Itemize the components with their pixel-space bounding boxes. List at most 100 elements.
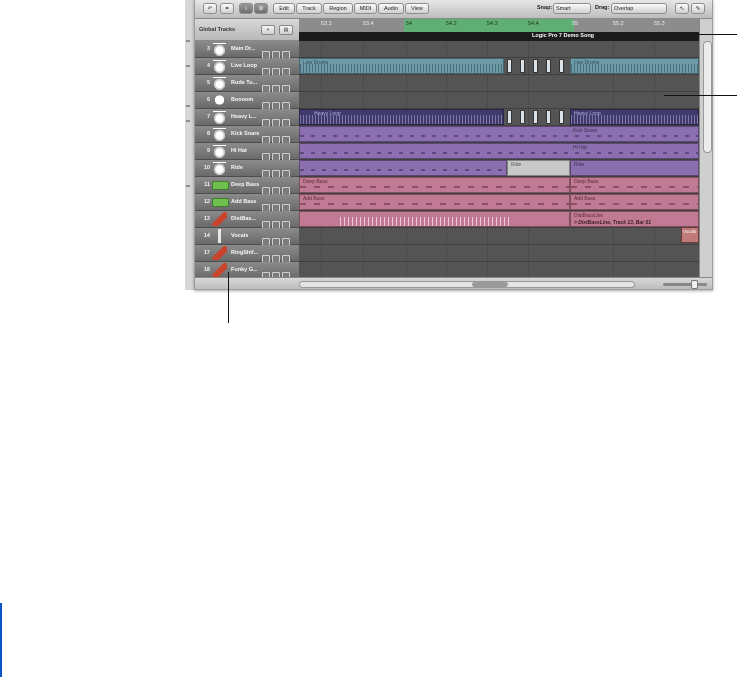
ruler-tick: 54: [406, 21, 413, 27]
track-header[interactable]: 7 Heavy L...: [195, 109, 299, 127]
track-header[interactable]: 11 Deep Bass: [195, 177, 299, 195]
region-name: Heavy Loop: [574, 111, 601, 117]
region-name: Ride: [574, 162, 585, 168]
track-name: Live Loop: [231, 63, 257, 69]
zoom-slider[interactable]: [663, 280, 707, 289]
menu-audio[interactable]: Audio: [378, 3, 404, 14]
bottom-bar: [195, 277, 712, 289]
track-number: 13: [203, 216, 210, 222]
link-button[interactable]: ⚭: [220, 3, 234, 14]
region-slice[interactable]: [533, 110, 538, 124]
bass-synth-icon: [212, 181, 229, 190]
marker-track[interactable]: Logic Pro 7 Demo Song: [299, 32, 699, 41]
region-help-tag: > DistBassLine, Track 13, Bar 51: [574, 220, 652, 226]
ruler-tick: 53.3: [321, 21, 332, 27]
vertical-scroll-thumb[interactable]: [703, 41, 712, 153]
track-lane[interactable]: [299, 228, 699, 245]
zoom-slider-knob[interactable]: [691, 280, 698, 289]
midi-region[interactable]: [299, 160, 507, 176]
track-name: Funky G...: [231, 267, 258, 273]
audio-region-slice[interactable]: [520, 59, 525, 73]
midi-region[interactable]: Deep Bass: [299, 177, 570, 193]
bar-ruler[interactable]: 53.3 53.4 54 54.2 54.3 54.4 55 55.2 55.3: [299, 19, 699, 33]
folder-icon[interactable]: ▤: [279, 25, 293, 35]
midi-notes: [300, 169, 506, 171]
info-button[interactable]: i: [239, 3, 253, 14]
midi-region[interactable]: Heavy Loop: [299, 109, 504, 125]
track-lane[interactable]: [299, 92, 699, 109]
track-header[interactable]: 12 Add Bass: [195, 194, 299, 212]
track-header[interactable]: 10 Ride: [195, 160, 299, 178]
track-header[interactable]: 13 DistBas...: [195, 211, 299, 229]
region-name: Ride: [511, 162, 522, 168]
drag-select[interactable]: Overlap: [611, 3, 667, 14]
track-number: 7: [206, 114, 210, 120]
settings-gear-button[interactable]: ⚙: [254, 3, 268, 14]
track-header[interactable]: 14 Vocals: [195, 228, 299, 246]
menu-region[interactable]: Region: [323, 3, 353, 14]
track-header[interactable]: 4 Live Loop: [195, 58, 299, 76]
global-tracks-row[interactable]: Global Tracks + ▤: [195, 19, 299, 41]
track-lane[interactable]: [299, 75, 699, 92]
midi-region[interactable]: Deep Bass: [570, 177, 699, 193]
track-header[interactable]: 9 Hi Hat: [195, 143, 299, 161]
arrange-toolbar: ↶ ⚭ i ⚙ Edit Track Region MIDI Audio Vie…: [195, 0, 712, 19]
track-buttons: [262, 131, 296, 144]
track-number: 9: [206, 148, 210, 154]
track-header[interactable]: 6 Boooom: [195, 92, 299, 110]
region-slice[interactable]: [546, 110, 551, 124]
midi-region[interactable]: DistBassLine > DistBassLine, Track 13, B…: [570, 211, 699, 227]
midi-region[interactable]: Ride: [570, 160, 699, 176]
region-slice[interactable]: [520, 110, 525, 124]
track-header[interactable]: 8 Kick Snare: [195, 126, 299, 144]
region-name: Live Drums: [574, 60, 600, 66]
region-name: Kick Snare: [573, 128, 598, 134]
vocals-region[interactable]: Vocals: [681, 227, 699, 243]
horizontal-scroll-thumb[interactable]: [472, 282, 508, 287]
audio-region-slice[interactable]: [546, 59, 551, 73]
pointer-tool-icon[interactable]: ↖: [675, 3, 689, 14]
ruler-tick: 54.4: [528, 21, 539, 27]
drum-kit-icon: [212, 161, 227, 175]
track-name: Rude Tu...: [231, 80, 258, 86]
midi-region[interactable]: [299, 211, 570, 227]
audio-region[interactable]: Live Drums: [570, 58, 699, 74]
snap-select[interactable]: Smart: [553, 3, 591, 14]
midi-region[interactable]: Heavy Loop: [570, 109, 699, 125]
track-header[interactable]: 3 Main Dr...: [195, 41, 299, 59]
menu-edit[interactable]: Edit: [273, 3, 295, 14]
edge-mark: [186, 105, 190, 107]
menu-midi[interactable]: MIDI: [354, 3, 377, 14]
undo-button[interactable]: ↶: [203, 3, 217, 14]
track-lane[interactable]: [299, 245, 699, 262]
region-slice[interactable]: [507, 110, 512, 124]
midi-region[interactable]: Kick Snare: [299, 126, 699, 142]
audio-region[interactable]: Live Drums: [299, 58, 504, 74]
track-number: 11: [204, 182, 210, 188]
midi-region-selected[interactable]: Ride: [507, 160, 570, 176]
track-header[interactable]: 17 RingShif...: [195, 245, 299, 263]
track-header[interactable]: 5 Rude Tu...: [195, 75, 299, 93]
menu-view[interactable]: View: [405, 3, 429, 14]
midi-region[interactable]: Add Bass: [299, 194, 570, 210]
track-lane[interactable]: [299, 262, 699, 277]
vertical-scrollbar[interactable]: [699, 19, 712, 277]
pencil-tool-icon[interactable]: ✎: [691, 3, 705, 14]
midi-region[interactable]: Add Bass: [570, 194, 699, 210]
audio-region-slice[interactable]: [507, 59, 512, 73]
arrange-area[interactable]: Live Drums Live Drums Heavy Loop Heavy L…: [299, 41, 699, 277]
track-name: Deep Bass: [231, 182, 260, 188]
menu-track[interactable]: Track: [296, 3, 322, 14]
bass-drum-icon: [212, 93, 227, 107]
track-lane[interactable]: [299, 41, 699, 58]
audio-region-slice[interactable]: [559, 59, 564, 73]
horizontal-scrollbar[interactable]: [299, 281, 635, 288]
add-track-icon[interactable]: +: [261, 25, 275, 35]
track-name: Vocals: [231, 233, 249, 239]
track-name: Add Bass: [231, 199, 257, 205]
track-name: Hi Hat: [231, 148, 247, 154]
track-number: 17: [203, 250, 210, 256]
region-slice[interactable]: [559, 110, 564, 124]
audio-region-slice[interactable]: [533, 59, 538, 73]
midi-region[interactable]: Hi Hat: [299, 143, 699, 159]
